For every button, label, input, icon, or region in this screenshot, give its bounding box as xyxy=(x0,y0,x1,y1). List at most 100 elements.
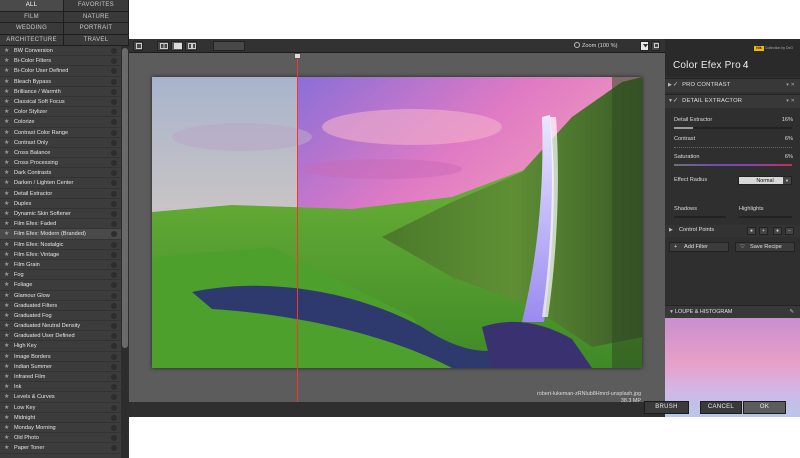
filter-item[interactable]: ★ Duplex xyxy=(0,199,129,209)
expand-triangle-icon[interactable]: ▶ xyxy=(668,79,672,92)
info-icon[interactable] xyxy=(111,384,117,391)
zoom-control[interactable]: Zoom (100 %) xyxy=(574,41,617,51)
section-options-icon[interactable]: ▾ ✕ xyxy=(786,79,795,92)
star-icon[interactable]: ★ xyxy=(4,331,9,341)
filter-list-scrollbar[interactable] xyxy=(121,46,129,458)
star-icon[interactable]: ★ xyxy=(4,433,9,443)
category-travel[interactable]: TRAVEL xyxy=(64,34,129,46)
star-icon[interactable]: ★ xyxy=(4,321,9,331)
info-icon[interactable] xyxy=(111,88,117,95)
split-handle[interactable] xyxy=(294,53,301,59)
info-icon[interactable] xyxy=(111,231,117,238)
expand-triangle-icon[interactable]: ▶ xyxy=(669,227,673,233)
filter-item[interactable]: ★ Detail Extractor xyxy=(0,189,129,199)
info-icon[interactable] xyxy=(111,119,117,126)
info-icon[interactable] xyxy=(111,374,117,380)
filter-item[interactable]: ★ Contrast Only xyxy=(0,138,129,148)
info-icon[interactable] xyxy=(111,363,117,370)
info-icon[interactable] xyxy=(111,251,117,258)
star-icon[interactable]: ★ xyxy=(4,117,9,127)
star-icon[interactable]: ★ xyxy=(4,443,9,453)
split-line[interactable] xyxy=(297,53,298,402)
filter-item[interactable]: ★ Cross Balance xyxy=(0,148,129,159)
loupe-toggle-button[interactable] xyxy=(640,41,649,51)
info-icon[interactable] xyxy=(111,282,117,289)
info-icon[interactable] xyxy=(111,323,117,330)
info-icon[interactable] xyxy=(111,48,117,54)
filter-item[interactable]: ★ Film Efex: Modern (Branded) xyxy=(0,229,129,240)
filter-item[interactable]: ★ Glamour Glow xyxy=(0,291,129,301)
star-icon[interactable]: ★ xyxy=(4,87,9,97)
star-icon[interactable]: ★ xyxy=(4,168,9,178)
saturation-slider[interactable] xyxy=(674,164,792,166)
info-icon[interactable] xyxy=(111,58,117,65)
star-icon[interactable]: ★ xyxy=(4,148,9,158)
add-point-plus-icon[interactable]: + xyxy=(759,227,768,235)
info-icon[interactable] xyxy=(111,272,117,279)
filter-item[interactable]: ★ Brilliance / Warmth xyxy=(0,87,129,97)
star-icon[interactable]: ★ xyxy=(4,301,9,311)
brush-button[interactable]: BRUSH xyxy=(644,401,689,414)
filter-item[interactable]: ★ Low Key xyxy=(0,403,129,413)
side-by-side-button[interactable] xyxy=(171,41,183,51)
star-icon[interactable]: ★ xyxy=(4,219,9,229)
add-point-icon[interactable]: ● xyxy=(747,227,756,235)
filter-item[interactable]: ★ Film Efex: Nostalgic xyxy=(0,240,129,250)
info-icon[interactable] xyxy=(111,190,117,197)
pin-icon[interactable]: ✎ xyxy=(789,306,794,318)
check-icon[interactable]: ✓ xyxy=(673,98,678,104)
info-icon[interactable] xyxy=(111,160,117,167)
remove-point-icon[interactable]: ● xyxy=(773,227,782,235)
info-icon[interactable] xyxy=(111,109,117,116)
star-icon[interactable]: ★ xyxy=(4,46,9,56)
filter-item[interactable]: ★ BW Conversion xyxy=(0,46,129,57)
star-icon[interactable]: ★ xyxy=(4,250,9,260)
star-icon[interactable]: ★ xyxy=(4,199,9,209)
category-architecture[interactable]: ARCHITECTURE xyxy=(0,34,64,46)
star-icon[interactable]: ★ xyxy=(4,66,9,76)
filter-item[interactable]: ★ Ink xyxy=(0,382,129,393)
info-icon[interactable] xyxy=(111,149,117,156)
star-icon[interactable]: ★ xyxy=(4,56,9,66)
star-icon[interactable]: ★ xyxy=(4,423,9,433)
category-nature[interactable]: NATURE xyxy=(64,11,129,23)
info-icon[interactable] xyxy=(111,445,117,452)
info-icon[interactable] xyxy=(111,139,117,146)
filter-item[interactable]: ★ Indian Summer xyxy=(0,362,129,372)
info-icon[interactable] xyxy=(111,241,117,248)
star-icon[interactable]: ★ xyxy=(4,341,9,351)
info-icon[interactable] xyxy=(111,333,117,340)
filter-item[interactable]: ★ Color Stylizer xyxy=(0,107,129,118)
filter-item[interactable]: ★ Foliage xyxy=(0,280,129,291)
star-icon[interactable]: ★ xyxy=(4,229,9,239)
star-icon[interactable]: ★ xyxy=(4,270,9,280)
filter-item[interactable]: ★ High Key xyxy=(0,341,129,352)
info-icon[interactable] xyxy=(111,221,117,228)
filter-item[interactable]: ★ Cross Processing xyxy=(0,158,129,169)
info-icon[interactable] xyxy=(111,129,117,136)
remove-point-minus-icon[interactable]: − xyxy=(785,227,794,235)
section-pro-contrast[interactable]: ▶ ✓ PRO CONTRAST ▾ ✕ xyxy=(665,78,800,92)
category-film[interactable]: FILM xyxy=(0,11,64,23)
filter-item[interactable]: ★ Graduated Neutral Density xyxy=(0,321,129,332)
star-icon[interactable]: ★ xyxy=(4,403,9,413)
collapse-triangle-icon[interactable]: ▼ xyxy=(669,306,674,318)
info-icon[interactable] xyxy=(111,68,117,75)
info-icon[interactable] xyxy=(111,78,117,85)
info-icon[interactable] xyxy=(111,353,117,360)
star-icon[interactable]: ★ xyxy=(4,158,9,168)
contrast-slider[interactable] xyxy=(674,147,792,148)
star-icon[interactable]: ★ xyxy=(4,392,9,402)
filter-item[interactable]: ★ Dynamic Skin Softener xyxy=(0,209,129,220)
star-icon[interactable]: ★ xyxy=(4,291,9,301)
filter-item[interactable]: ★ Film Efex: Faded xyxy=(0,219,129,230)
filter-item[interactable]: ★ Graduated Filters xyxy=(0,301,129,311)
view-mode-button[interactable] xyxy=(133,41,143,51)
star-icon[interactable]: ★ xyxy=(4,260,9,270)
section-detail-extractor[interactable]: ▼ ✓ DETAIL EXTRACTOR ▾ ✕ xyxy=(665,94,800,108)
collapse-triangle-icon[interactable]: ▼ xyxy=(668,95,673,108)
filter-item[interactable]: ★ Image Borders xyxy=(0,352,129,362)
landscape-photo[interactable] xyxy=(152,77,642,368)
filter-item[interactable]: ★ Graduated Fog xyxy=(0,311,129,322)
info-icon[interactable] xyxy=(111,261,117,268)
